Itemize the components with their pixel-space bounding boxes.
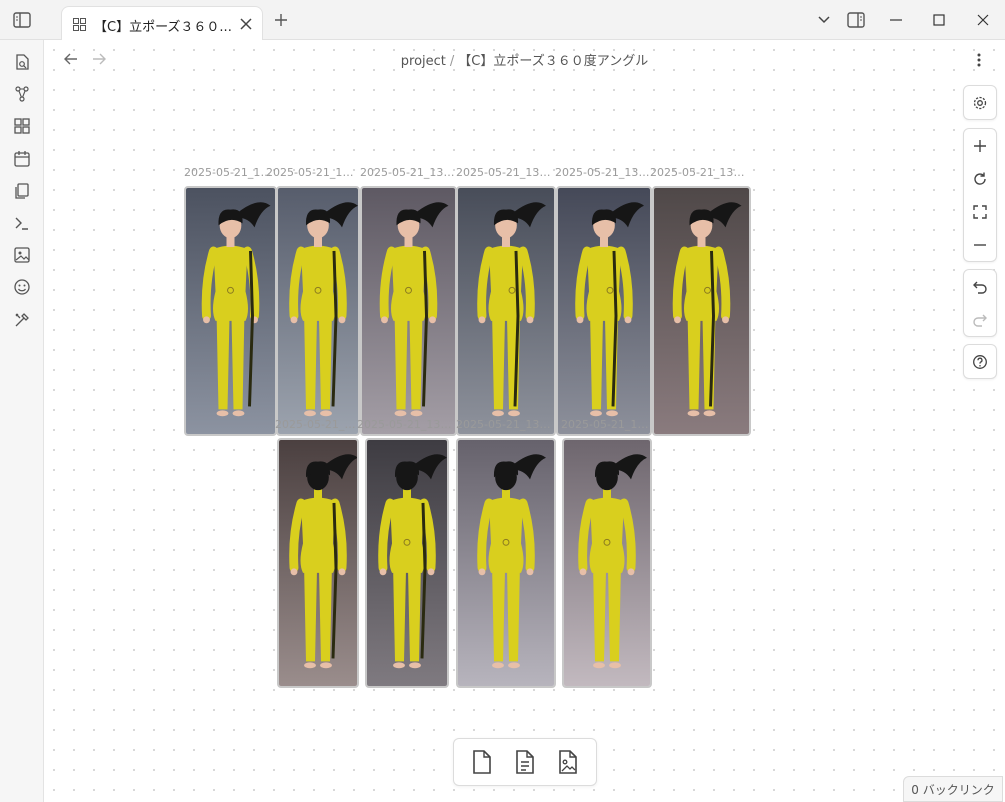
breadcrumb-separator: / — [449, 54, 455, 69]
canvas-image-card[interactable] — [184, 186, 277, 436]
maximize-icon[interactable] — [925, 10, 953, 30]
canvas-control-group — [963, 269, 997, 337]
image-icon[interactable] — [10, 243, 34, 267]
card-file-label[interactable]: 2025-05-21_13h... — [456, 166, 556, 179]
chevron-down-icon[interactable] — [813, 10, 835, 30]
zoom-out-icon[interactable] — [964, 228, 996, 261]
reset-zoom-icon[interactable] — [964, 162, 996, 195]
graph-view-icon[interactable] — [10, 82, 34, 106]
right-sidebar-icon[interactable] — [843, 9, 869, 31]
tools-icon[interactable] — [10, 308, 34, 332]
left-ribbon — [0, 40, 44, 802]
command-palette-icon[interactable] — [10, 211, 34, 235]
canvas-control-group — [963, 128, 997, 262]
card-file-label[interactable]: 2025-05-21_13h... — [266, 166, 359, 179]
canvas-icon[interactable] — [10, 114, 34, 138]
canvas-control-group — [963, 344, 997, 379]
card-inner-label: 2025-05-21_13... — [561, 418, 651, 431]
card-file-label[interactable]: 2025-05-21_13h... — [555, 166, 651, 179]
more-options-icon[interactable] — [968, 49, 990, 71]
help-icon[interactable] — [964, 345, 996, 378]
sidebar-toggle-icon[interactable] — [9, 8, 35, 32]
close-icon[interactable] — [236, 14, 256, 34]
daily-note-icon[interactable] — [10, 147, 34, 171]
templates-icon[interactable] — [10, 179, 34, 203]
breadcrumb-current[interactable]: 【C】立ポーズ３６０度アングル — [458, 54, 648, 69]
open-quick-switcher-icon[interactable] — [10, 50, 34, 74]
canvas-image-card[interactable] — [456, 438, 556, 688]
backlinks-status[interactable]: 0 バックリンク — [903, 776, 1003, 802]
card-inner-label: 2025-05-21_13h... — [357, 418, 456, 431]
card-inner-label: 2025-05-21_13h... — [456, 418, 556, 431]
canvas-image-card[interactable] — [360, 186, 457, 436]
canvas-image-card[interactable] — [556, 186, 652, 436]
backlinks-count: 0 バックリンク — [911, 782, 995, 797]
canvas-bottom-toolbar — [453, 738, 597, 786]
add-card-icon[interactable] — [465, 745, 499, 779]
canvas-image-card[interactable] — [277, 438, 359, 688]
tab-note[interactable]: 【C】立ポーズ３６０... — [61, 6, 263, 41]
close-window-icon[interactable] — [969, 10, 997, 30]
canvas-image-card[interactable] — [652, 186, 751, 436]
card-file-label[interactable]: 2025-05-21_13... — [184, 166, 277, 179]
add-media-icon[interactable] — [551, 745, 585, 779]
title-bar: 【C】立ポーズ３６０... — [0, 0, 1005, 41]
undo-icon[interactable] — [964, 270, 996, 303]
tab-title: 【C】立ポーズ３６０... — [94, 20, 232, 35]
zoom-in-icon[interactable] — [964, 129, 996, 162]
canvas-image-card[interactable] — [562, 438, 652, 688]
card-file-label[interactable]: 2025-05-21_13h... — [650, 166, 750, 179]
canvas-image-card[interactable] — [456, 186, 556, 436]
card-inner-label: 2025-05-21_1... — [275, 418, 361, 431]
card-file-label[interactable]: 2025-05-21_13h... — [360, 166, 456, 179]
fit-to-screen-icon[interactable] — [964, 195, 996, 228]
redo-icon[interactable] — [964, 303, 996, 336]
canvas-control-group — [963, 85, 997, 120]
minimize-icon[interactable] — [882, 10, 910, 30]
breadcrumb: project / 【C】立ポーズ３６０度アングル — [44, 50, 1005, 69]
canvas-image-card[interactable] — [276, 186, 360, 436]
plus-icon[interactable] — [270, 9, 292, 31]
settings-icon[interactable] — [964, 86, 996, 119]
grid-icon — [71, 16, 87, 32]
emoji-icon[interactable] — [10, 275, 34, 299]
canvas-area[interactable]: project / 【C】立ポーズ３６０度アングル 2025-05-21_13...… — [44, 40, 1005, 802]
add-note-icon[interactable] — [508, 745, 542, 779]
canvas-image-card[interactable] — [365, 438, 449, 688]
breadcrumb-parent[interactable]: project — [401, 54, 446, 69]
